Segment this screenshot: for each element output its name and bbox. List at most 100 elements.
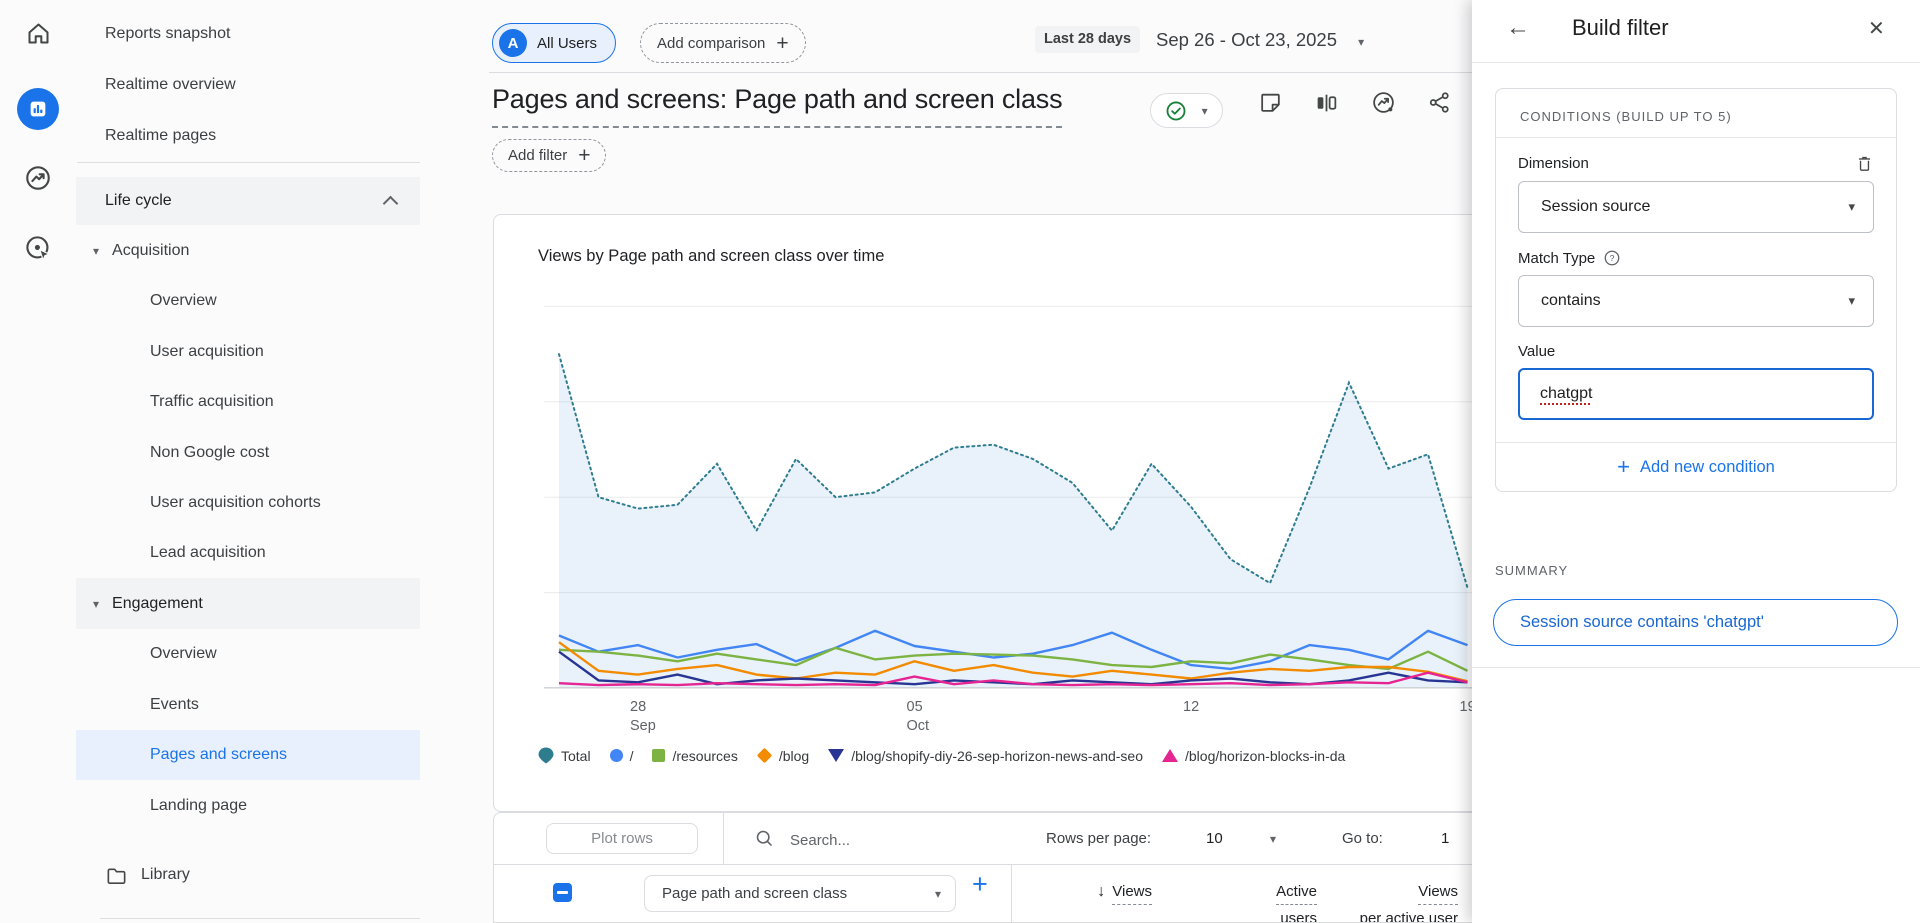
- x-axis-tick: 12: [1183, 698, 1199, 717]
- go-to-input[interactable]: 1: [1441, 813, 1449, 864]
- chevron-up-icon[interactable]: [383, 196, 399, 212]
- column-header-views-per-user[interactable]: Views per active user: [1358, 883, 1458, 923]
- value-input-text: chatgpt: [1540, 385, 1592, 403]
- dimension-select[interactable]: Session source ▾: [1518, 181, 1874, 233]
- nav-user-acquisition-cohorts[interactable]: User acquisition cohorts: [76, 478, 420, 528]
- nav-traffic-acquisition[interactable]: Traffic acquisition: [76, 377, 420, 427]
- nav-label: Overview: [150, 645, 217, 663]
- add-comparison-button[interactable]: Add comparison +: [640, 23, 806, 63]
- close-icon[interactable]: ✕: [1868, 16, 1885, 41]
- svg-text:?: ?: [1610, 253, 1615, 263]
- nav-reports-snapshot[interactable]: Reports snapshot: [76, 9, 420, 59]
- nav-section-acquisition[interactable]: ▾ Acquisition: [76, 226, 420, 276]
- legend-item-root[interactable]: /: [610, 748, 634, 764]
- chart-legend: Total / /resources /blog /blog/shopify-d…: [538, 747, 1528, 764]
- card-divider: [1496, 137, 1896, 138]
- legend-label: /blog: [779, 748, 809, 764]
- section-label: Engagement: [112, 595, 203, 613]
- add-new-condition-label: Add new condition: [1640, 458, 1775, 477]
- panel-header: ← Build filter ✕: [1472, 0, 1920, 63]
- legend-item-blog-shopify[interactable]: /blog/shopify-diy-26-sep-horizon-news-an…: [828, 748, 1143, 764]
- nav-acq-overview[interactable]: Overview: [76, 276, 420, 326]
- nav-label: Library: [141, 866, 190, 884]
- explore-icon[interactable]: [0, 164, 76, 192]
- legend-item-resources[interactable]: /resources: [652, 748, 737, 764]
- date-range-label: Sep 26 - Oct 23, 2025: [1156, 29, 1337, 50]
- sort-descending-icon: ↓: [1097, 883, 1105, 900]
- edit-comparisons-icon[interactable]: [1314, 90, 1340, 116]
- triangle-up-marker-icon: [1162, 749, 1178, 762]
- reports-icon[interactable]: [0, 88, 76, 130]
- filter-summary-text: Session source contains 'chatgpt': [1520, 613, 1764, 632]
- nav-pages-and-screens[interactable]: Pages and screens: [76, 730, 420, 780]
- column-header-views[interactable]: ↓ Views: [1054, 883, 1152, 911]
- caret-down-icon[interactable]: ▾: [93, 244, 99, 258]
- add-new-condition-button[interactable]: + Add new condition: [1496, 443, 1896, 491]
- caret-down-icon[interactable]: ▾: [93, 597, 99, 611]
- nav-realtime-pages[interactable]: Realtime pages: [76, 111, 420, 161]
- rows-per-page-select[interactable]: 10: [1206, 813, 1223, 864]
- nav-label: Pages and screens: [150, 746, 287, 764]
- advertising-icon[interactable]: [0, 234, 76, 262]
- dimension-label: Dimension: [1518, 155, 1589, 172]
- line-chart[interactable]: [544, 291, 1481, 689]
- nav-divider: [100, 918, 420, 919]
- table-search-input[interactable]: [788, 825, 992, 855]
- nav-non-google-cost[interactable]: Non Google cost: [76, 428, 420, 478]
- nav-lead-acquisition[interactable]: Lead acquisition: [76, 528, 420, 578]
- select-all-checkbox[interactable]: [553, 883, 572, 902]
- nav-label: Realtime overview: [105, 76, 236, 94]
- segment-all-users-chip[interactable]: A All Users: [492, 23, 616, 63]
- segment-label: All Users: [537, 35, 597, 52]
- column-label: Views: [1112, 883, 1152, 905]
- value-label: Value: [1518, 343, 1555, 360]
- add-dimension-button[interactable]: +: [972, 871, 988, 898]
- caret-down-icon[interactable]: ▾: [1270, 832, 1276, 846]
- legend-item-blog[interactable]: /blog: [757, 748, 809, 764]
- home-icon[interactable]: [0, 20, 76, 47]
- conditions-header: CONDITIONS (BUILD UP TO 5): [1496, 89, 1896, 137]
- toolbar-divider: [723, 813, 724, 864]
- date-range-picker[interactable]: Sep 26 - Oct 23, 2025 ▾: [1156, 22, 1364, 58]
- nav-eng-overview[interactable]: Overview: [76, 629, 420, 679]
- plot-rows-button[interactable]: Plot rows: [546, 823, 698, 854]
- legend-label: /: [630, 748, 634, 764]
- nav-collection-life-cycle[interactable]: Life cycle: [76, 177, 420, 225]
- nav-section-engagement[interactable]: ▾ Engagement: [76, 578, 420, 629]
- legend-item-total[interactable]: Total: [538, 747, 591, 764]
- share-icon[interactable]: [1427, 90, 1453, 116]
- panel-title: Build filter: [1572, 15, 1669, 41]
- value-input[interactable]: chatgpt: [1518, 368, 1874, 420]
- column-label: Active: [1276, 883, 1317, 905]
- nav-label: Traffic acquisition: [150, 393, 274, 411]
- filter-summary-chip[interactable]: Session source contains 'chatgpt': [1493, 599, 1898, 646]
- column-header-active-users[interactable]: Active users: [1217, 883, 1317, 923]
- nav-events[interactable]: Events: [76, 680, 420, 730]
- conditions-card: CONDITIONS (BUILD UP TO 5) Dimension Ses…: [1495, 88, 1897, 492]
- column-label: Views: [1418, 883, 1458, 905]
- nav-label: Reports snapshot: [105, 25, 230, 43]
- nav-realtime-overview[interactable]: Realtime overview: [76, 60, 420, 110]
- legend-item-blog-horizon[interactable]: /blog/horizon-blocks-in-da: [1162, 748, 1345, 764]
- dimension-selector-label: Page path and screen class: [662, 885, 847, 902]
- nav-label: Realtime pages: [105, 127, 216, 145]
- match-type-select[interactable]: contains ▾: [1518, 275, 1874, 327]
- page-title[interactable]: Pages and screens: Page path and screen …: [492, 84, 1062, 128]
- data-quality-badge[interactable]: ▾: [1150, 93, 1223, 128]
- insights-icon[interactable]: [1371, 90, 1397, 116]
- dimension-selector[interactable]: Page path and screen class ▾: [644, 875, 956, 912]
- table-card: Plot rows Rows per page: 10 ▾ Go to: 1 P…: [493, 812, 1533, 923]
- back-arrow-icon[interactable]: ←: [1506, 14, 1530, 42]
- help-icon[interactable]: ?: [1603, 249, 1621, 267]
- match-type-select-value: contains: [1541, 292, 1601, 310]
- table-divider: [494, 864, 1533, 865]
- add-filter-button[interactable]: Add filter +: [492, 139, 606, 172]
- nav-user-acquisition[interactable]: User acquisition: [76, 327, 420, 377]
- trash-icon[interactable]: [1855, 154, 1874, 173]
- note-icon[interactable]: [1258, 90, 1284, 116]
- nav-library[interactable]: Library: [76, 850, 420, 900]
- plot-rows-label: Plot rows: [591, 830, 653, 847]
- nav-landing-page[interactable]: Landing page: [76, 781, 420, 831]
- app-root: Reports snapshot Realtime overview Realt…: [0, 0, 1920, 923]
- diamond-marker-icon: [757, 748, 773, 764]
